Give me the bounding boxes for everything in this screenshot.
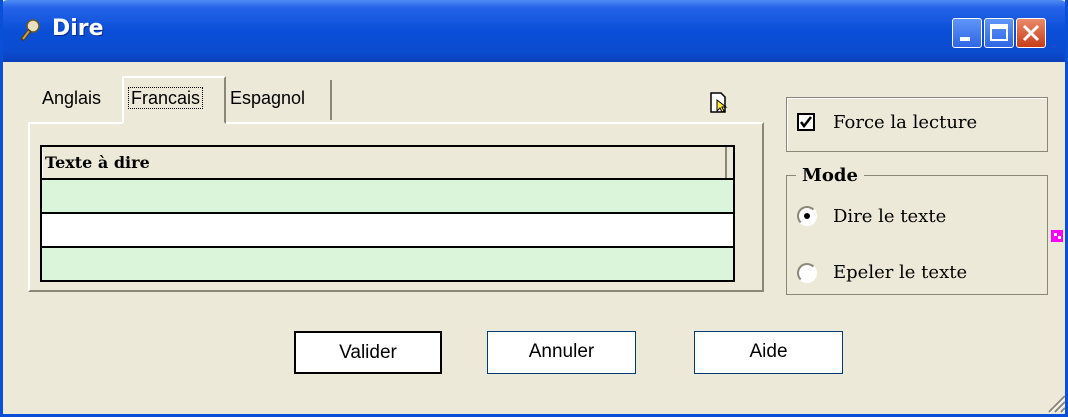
app-icon — [20, 19, 40, 42]
maximize-button[interactable] — [984, 18, 1014, 48]
resize-grip-icon[interactable] — [1043, 390, 1067, 414]
help-button[interactable]: Aide — [694, 331, 843, 374]
radio-epeler-label[interactable]: Epeler le texte — [833, 262, 967, 283]
radio-dire-label[interactable]: Dire le texte — [833, 206, 946, 227]
cancel-button[interactable]: Annuler — [487, 331, 636, 374]
mode-legend: Mode — [796, 165, 864, 186]
tab-espagnol[interactable]: Espagnol — [226, 80, 332, 120]
tab-anglais[interactable]: Anglais — [38, 80, 122, 120]
marker-icon — [1051, 230, 1063, 242]
validate-button[interactable]: Valider — [294, 331, 442, 374]
checkmark-icon — [800, 116, 812, 129]
maximize-icon — [990, 24, 1008, 41]
document-pointer-icon[interactable] — [709, 92, 729, 114]
grid-header: Texte à dire — [42, 147, 733, 180]
tab-anglais-label: Anglais — [42, 88, 102, 108]
title-bar[interactable]: Dire — [3, 0, 1065, 62]
dialog-window: Dire Anglais Francais Espagnol Texte à d… — [0, 0, 1068, 417]
minimize-icon — [960, 37, 970, 41]
radio-epeler[interactable] — [797, 263, 817, 283]
table-row[interactable] — [42, 248, 733, 280]
force-label[interactable]: Force la lecture — [833, 112, 977, 133]
column-header-texte[interactable]: Texte à dire — [42, 147, 727, 178]
tab-francais-label: Francais — [128, 87, 204, 109]
table-row[interactable] — [42, 180, 733, 214]
window-title: Dire — [52, 16, 104, 41]
table-row[interactable] — [42, 214, 733, 248]
force-checkbox[interactable] — [797, 113, 815, 131]
tab-francais[interactable]: Francais — [122, 76, 226, 124]
close-icon — [1022, 24, 1040, 42]
radio-dire[interactable] — [797, 206, 817, 226]
minimize-button[interactable] — [952, 18, 982, 48]
text-grid[interactable]: Texte à dire — [40, 145, 735, 282]
close-button[interactable] — [1016, 18, 1046, 48]
tab-espagnol-label: Espagnol — [230, 88, 306, 108]
